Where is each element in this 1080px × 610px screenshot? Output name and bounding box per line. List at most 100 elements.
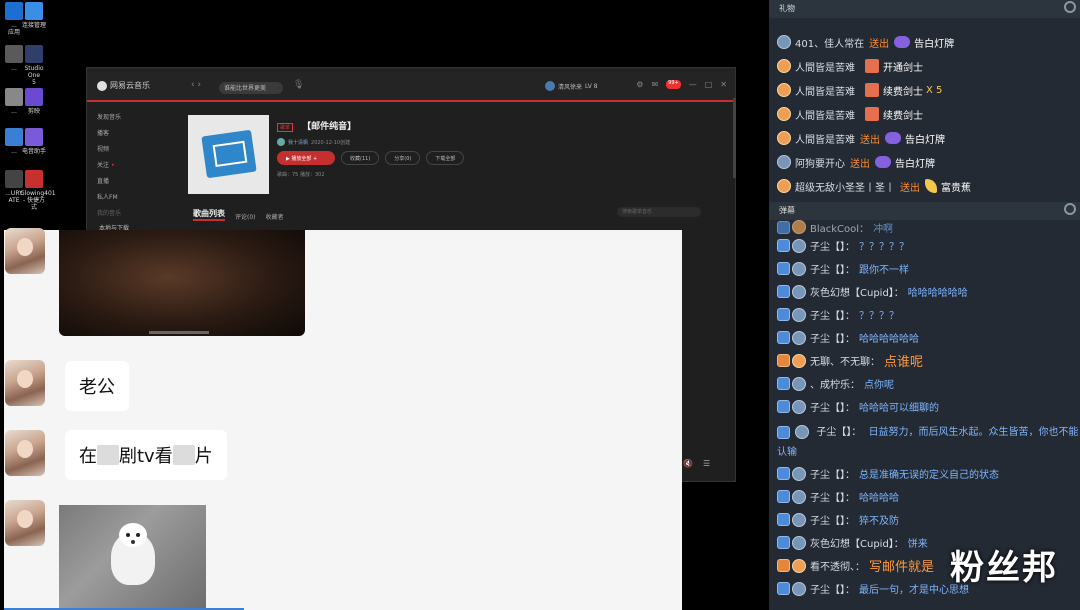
gear-icon[interactable] [1064, 1, 1076, 13]
dog-image-message[interactable] [59, 505, 206, 610]
danmu-user[interactable]: 看不透彻、： [810, 558, 865, 573]
danmu-message: ？？？？？ [859, 242, 909, 253]
dog-figure [111, 523, 155, 585]
sidebar-item-video[interactable]: 视频 [97, 142, 167, 158]
sidebar-item-discover[interactable]: 发现音乐 [97, 110, 167, 126]
avatar[interactable] [5, 430, 45, 476]
fan-badge-icon [777, 83, 791, 97]
user-name: 清风徐来 [558, 83, 583, 91]
sidebar-item-live[interactable]: 直播 [97, 174, 167, 190]
danmu-user[interactable]: 子尘【】： [810, 307, 855, 322]
fan-badge-icon [792, 376, 806, 391]
danmu-user[interactable]: 子尘【】： [810, 466, 855, 481]
level-icon [777, 220, 790, 234]
danmu-user[interactable]: 灰色幻想【Cupid】： [810, 284, 904, 299]
desktop-shortcut[interactable]: 电音助手 [20, 128, 48, 155]
sidebar-item-fm[interactable]: 私人FM [97, 190, 167, 206]
tab-collectors[interactable]: 收藏者 [266, 212, 284, 221]
share-button[interactable]: 分享(0) [385, 151, 421, 165]
maximize-button[interactable]: □ [705, 80, 713, 89]
danmu-user[interactable]: 子尘【】： [810, 399, 855, 414]
playlist-icon[interactable]: ☰ [703, 459, 710, 468]
mute-icon[interactable]: 🔇 [683, 459, 693, 468]
mic-icon[interactable]: 🎙 [293, 80, 304, 90]
netease-search-input[interactable]: 谁能比世界更美 [219, 82, 283, 94]
tab-songs[interactable]: 歌曲列表 [193, 208, 225, 221]
video-progress [149, 331, 209, 334]
danmu-user[interactable]: 子尘【】： [810, 489, 855, 504]
creator-avatar[interactable] [277, 138, 285, 146]
add-to-queue-icon[interactable]: + [313, 156, 317, 162]
notification-badge: 99+ [666, 80, 681, 89]
desktop-shortcut-label: 电音助手 [21, 148, 46, 155]
desktop-shortcut[interactable]: 剪映 [20, 88, 48, 115]
play-all-button[interactable]: ▶ 播放全部 + [277, 151, 335, 165]
app-icon [25, 128, 43, 146]
danmu-user[interactable]: 子尘【】： [810, 581, 855, 596]
danmu-user[interactable]: 子尘【】： [810, 261, 855, 276]
playlist-search-input[interactable]: 搜索歌单音乐 [617, 207, 701, 217]
creator-name[interactable]: 我十清枫 [288, 139, 308, 146]
chat-bubble: 老公 [65, 361, 129, 411]
avatar[interactable] [5, 500, 45, 546]
desktop-shortcut[interactable]: 连接管理 [20, 2, 48, 29]
settings-icon[interactable]: ⚙ [636, 80, 643, 89]
danmu-user[interactable]: 灰色幻想【Cupid】： [810, 535, 904, 550]
danmu-user[interactable]: BlackCool： [810, 220, 869, 235]
minimize-button[interactable]: — [689, 80, 697, 89]
level-icon [777, 239, 790, 252]
fan-badge-icon [792, 558, 806, 573]
avatar[interactable] [5, 228, 45, 274]
fan-badge-icon [792, 466, 806, 481]
sidebar-item-follow[interactable]: 关注 • [97, 158, 167, 174]
gift-name: 告白灯牌 [914, 38, 955, 50]
fan-badge-icon [792, 489, 806, 504]
danmu-user[interactable]: 、成柠乐： [810, 376, 860, 391]
scrollbar[interactable] [733, 98, 736, 178]
danmu-message: 跟你不一样 [859, 265, 909, 276]
close-button[interactable]: ✕ [720, 80, 727, 89]
gear-icon[interactable] [1064, 203, 1076, 215]
watermark-logo: 粉丝邦 [950, 548, 1058, 588]
video-message[interactable] [59, 230, 305, 336]
gift-user[interactable]: 阿狗要开心 [795, 155, 845, 170]
censored-blur [97, 445, 119, 465]
netease-user[interactable]: 清风徐来 LV 8 [545, 81, 598, 91]
danmu-message: 哈哈哈可以细聊的 [859, 403, 939, 414]
download-all-button[interactable]: 下载全部 [426, 151, 465, 165]
gift-user[interactable]: 人間皆是苦难 [795, 107, 855, 122]
gift-multiplier: X 5 [926, 84, 943, 96]
netease-logo[interactable]: 网易云音乐 [97, 80, 150, 91]
sidebar-item-podcast[interactable]: 播客 [97, 126, 167, 142]
gift-user[interactable]: 401、佳人常在 [795, 35, 864, 50]
level-icon [777, 377, 790, 390]
gift-icon [865, 107, 879, 121]
playlist-cover [188, 115, 269, 194]
gift-user[interactable]: 人間皆是苦难 [795, 83, 855, 98]
desktop-shortcut[interactable]: Studio One 5 [20, 45, 48, 86]
desktop-shortcut[interactable]: Glowing401 - 快捷方式 [20, 170, 56, 211]
tab-comments[interactable]: 评论(0) [235, 212, 256, 221]
danmu-message: 哈哈哈哈哈哈 [859, 334, 919, 345]
danmu-user[interactable]: 子尘【】： [810, 238, 855, 253]
gift-name: 富贵蕉 [941, 182, 971, 194]
app-icon [25, 2, 43, 20]
avatar[interactable] [5, 360, 45, 406]
danmu-user[interactable]: 无聊、不无聊： [810, 353, 880, 368]
collect-button[interactable]: 收藏(11) [341, 151, 380, 165]
gift-user[interactable]: 人間皆是苦难 [795, 131, 855, 146]
fan-badge-icon [792, 238, 806, 253]
danmu-message: 饼来 [907, 539, 928, 550]
danmu-user[interactable]: 子尘【】： [816, 427, 861, 438]
level-icon [777, 582, 790, 595]
user-level: LV 8 [585, 82, 598, 90]
gift-user[interactable]: 人間皆是苦难 [795, 59, 855, 74]
level-icon [777, 308, 790, 321]
play-all-label: ▶ 播放全部 [286, 156, 312, 162]
danmu-user[interactable]: 子尘【】： [810, 330, 855, 345]
gift-user[interactable]: 超级无敌小圣圣丨圣丨 [795, 179, 895, 194]
fan-badge-icon [792, 261, 806, 276]
mail-icon[interactable]: ✉ [651, 80, 658, 89]
nav-back-forward[interactable]: ‹ › [191, 80, 201, 90]
danmu-user[interactable]: 子尘【】： [810, 512, 855, 527]
